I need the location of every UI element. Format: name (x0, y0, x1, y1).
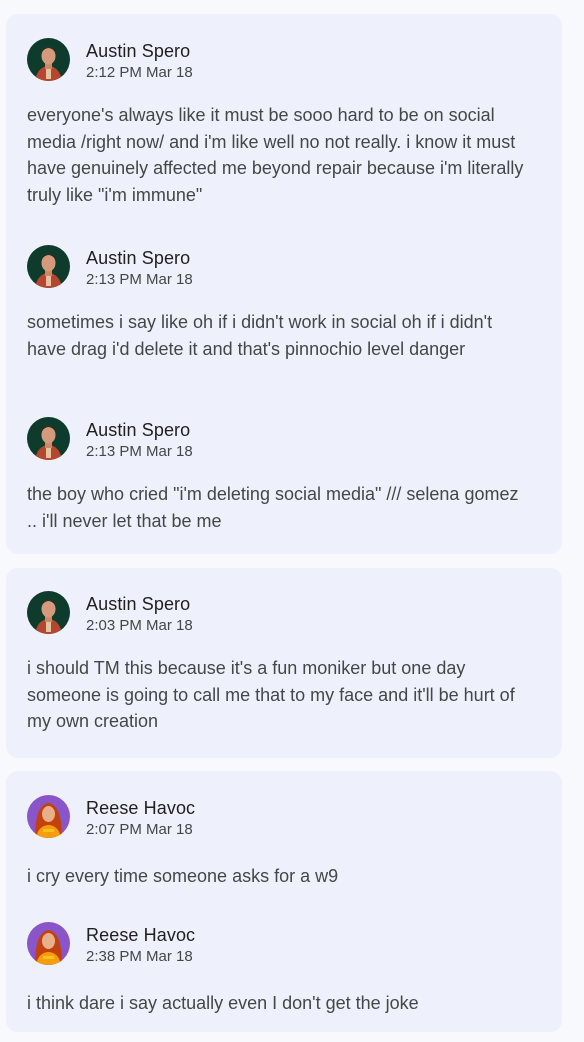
message: Austin Spero 2:03 PM Mar 18 i should TM … (27, 591, 548, 741)
message-text: the boy who cried "i'm deleting social m… (27, 484, 519, 531)
author-name: Austin Spero (86, 41, 191, 61)
message-text: i should TM this because it's a fun moni… (27, 658, 515, 731)
message-text: sometimes i say like oh if i didn't work… (27, 312, 493, 359)
author-name: Austin Spero (86, 594, 191, 614)
austin-avatar-icon[interactable] (27, 591, 70, 634)
message: Austin Spero 2:13 PM Mar 18 the boy who … (27, 417, 548, 537)
message: Reese Havoc 2:38 PM Mar 18 i think dare … (27, 922, 548, 1022)
message-timestamp: 2:38 PM Mar 18 (86, 948, 193, 965)
thread-card: Reese Havoc 2:07 PM Mar 18 i cry every t… (6, 771, 562, 1032)
thread-card: Austin Spero 2:03 PM Mar 18 i should TM … (6, 568, 562, 758)
austin-avatar-icon[interactable] (27, 38, 70, 81)
message-text: i think dare i say actually even I don't… (27, 993, 419, 1013)
austin-avatar-icon[interactable] (27, 245, 70, 288)
message-timestamp: 2:13 PM Mar 18 (86, 443, 193, 460)
thread-card: Austin Spero 2:12 PM Mar 18 everyone's a… (6, 14, 562, 554)
message: Reese Havoc 2:07 PM Mar 18 i cry every t… (27, 795, 548, 895)
message-timestamp: 2:07 PM Mar 18 (86, 821, 193, 838)
message: Austin Spero 2:12 PM Mar 18 everyone's a… (27, 38, 548, 208)
message: Austin Spero 2:13 PM Mar 18 sometimes i … (27, 245, 548, 385)
reese-avatar-icon[interactable] (27, 795, 70, 838)
author-name: Reese Havoc (86, 925, 196, 945)
author-name: Austin Spero (86, 420, 191, 440)
message-text: everyone's always like it must be sooo h… (27, 105, 524, 205)
reese-avatar-icon[interactable] (27, 922, 70, 965)
author-name: Austin Spero (86, 248, 191, 268)
message-timestamp: 2:13 PM Mar 18 (86, 271, 193, 288)
message-timestamp: 2:03 PM Mar 18 (86, 617, 193, 634)
author-name: Reese Havoc (86, 798, 196, 818)
austin-avatar-icon[interactable] (27, 417, 70, 460)
message-timestamp: 2:12 PM Mar 18 (86, 64, 193, 81)
message-text: i cry every time someone asks for a w9 (27, 866, 339, 886)
